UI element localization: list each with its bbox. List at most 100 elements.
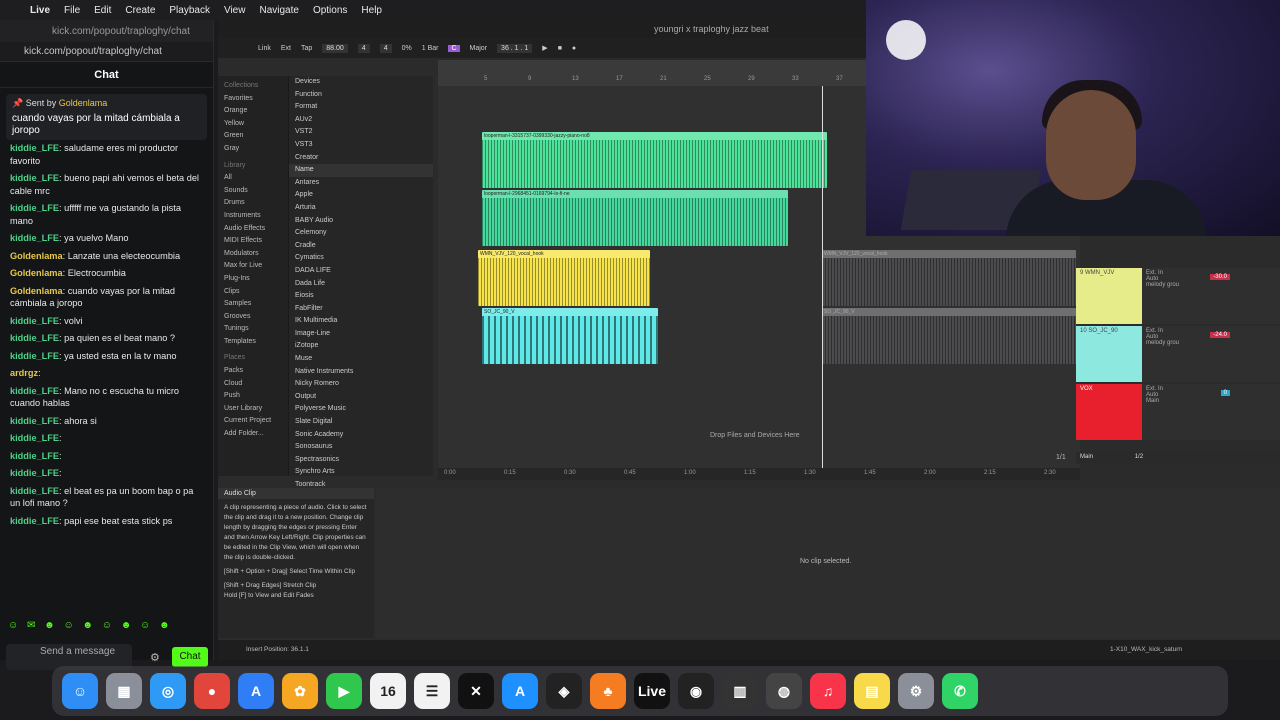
- fl-studio-icon[interactable]: ♣: [590, 673, 626, 709]
- play-icon[interactable]: ▶: [542, 44, 547, 52]
- chat-username[interactable]: kiddie_LFE: [10, 351, 59, 361]
- library-item[interactable]: Samples: [218, 298, 288, 311]
- menu-edit[interactable]: Edit: [94, 5, 111, 16]
- ext-button[interactable]: Ext: [281, 45, 291, 52]
- collection-item[interactable]: Green: [218, 130, 288, 143]
- chat-username[interactable]: kiddie_LFE: [10, 173, 59, 183]
- filter-item[interactable]: Creator: [289, 152, 433, 165]
- chat-username[interactable]: kiddie_LFE: [10, 451, 59, 461]
- library-item[interactable]: Templates: [218, 336, 288, 349]
- library-item[interactable]: Instruments: [218, 210, 288, 223]
- list-item[interactable]: Apple: [289, 189, 433, 202]
- chat-username[interactable]: kiddie_LFE: [10, 203, 59, 213]
- list-item[interactable]: Eiosis: [289, 290, 433, 303]
- chat-username[interactable]: kiddie_LFE: [10, 386, 59, 396]
- list-item[interactable]: Spectrasonics: [289, 454, 433, 467]
- stop-icon[interactable]: ■: [558, 45, 562, 52]
- library-item[interactable]: Modulators: [218, 248, 288, 261]
- track-output[interactable]: melody grou: [1146, 282, 1276, 288]
- list-item[interactable]: Dada Life: [289, 278, 433, 291]
- list-item[interactable]: Polyverse Music: [289, 403, 433, 416]
- chat-username[interactable]: kiddie_LFE: [10, 143, 59, 153]
- facetime-icon[interactable]: ▶: [326, 673, 362, 709]
- chat-username[interactable]: Goldenlama: [10, 268, 63, 278]
- list-item[interactable]: Sonic Academy: [289, 429, 433, 442]
- link-button[interactable]: Link: [258, 45, 271, 52]
- ableton-live-icon[interactable]: Live: [634, 673, 670, 709]
- list-item[interactable]: Arturia: [289, 202, 433, 215]
- system-settings-icon[interactable]: ⚙: [898, 673, 934, 709]
- clip-piano[interactable]: looperman-l-3315737-0399330-jazzy-piano-…: [482, 132, 827, 188]
- notes-icon[interactable]: ▤: [854, 673, 890, 709]
- audio-midi-icon[interactable]: ◍: [766, 673, 802, 709]
- sig-den[interactable]: 4: [379, 43, 392, 53]
- chat-username[interactable]: kiddie_LFE: [10, 416, 59, 426]
- obs-icon[interactable]: ◉: [678, 673, 714, 709]
- chat-username[interactable]: kiddie_LFE: [10, 468, 59, 478]
- chat-username[interactable]: ardrgz: [10, 368, 38, 378]
- library-item[interactable]: Audio Effects: [218, 223, 288, 236]
- tap-button[interactable]: Tap: [301, 45, 312, 52]
- list-item[interactable]: Output: [289, 391, 433, 404]
- filter-item[interactable]: Devices: [289, 76, 433, 89]
- places-item[interactable]: Add Folder...: [218, 428, 288, 441]
- filter-item[interactable]: Format: [289, 101, 433, 114]
- list-item[interactable]: BABY Audio: [289, 215, 433, 228]
- chat-username[interactable]: kiddie_LFE: [10, 333, 59, 343]
- midi-utility-icon[interactable]: ▥: [722, 673, 758, 709]
- clip-vocal-hook[interactable]: WMN_VJV_120_vocal_hook: [478, 250, 650, 306]
- browser-tab[interactable]: kick.com/popout/traploghy/chat: [0, 20, 213, 42]
- library-item[interactable]: All: [218, 172, 288, 185]
- menu-view[interactable]: View: [224, 5, 246, 16]
- chat-username[interactable]: kiddie_LFE: [10, 233, 59, 243]
- library-item[interactable]: Drums: [218, 197, 288, 210]
- list-item[interactable]: Antares: [289, 177, 433, 190]
- safari-icon[interactable]: ◎: [150, 673, 186, 709]
- calendar-icon[interactable]: 16: [370, 673, 406, 709]
- filter-item[interactable]: Function: [289, 89, 433, 102]
- library-item[interactable]: MIDI Effects: [218, 235, 288, 248]
- collection-item[interactable]: Favorites: [218, 93, 288, 106]
- quantize-select[interactable]: 1 Bar: [422, 45, 439, 52]
- track-volume[interactable]: 0: [1220, 390, 1230, 396]
- app-store-connect-icon[interactable]: A: [238, 673, 274, 709]
- list-item[interactable]: IK Multimedia: [289, 315, 433, 328]
- places-item[interactable]: User Library: [218, 403, 288, 416]
- list-header[interactable]: Name: [289, 164, 433, 177]
- menu-file[interactable]: File: [64, 5, 80, 16]
- chat-username[interactable]: kiddie_LFE: [10, 433, 59, 443]
- chat-username[interactable]: Goldenlama: [10, 286, 63, 296]
- collection-item[interactable]: Yellow: [218, 118, 288, 131]
- track-controls[interactable]: Ext. In Auto melody grou -24.0: [1142, 326, 1280, 382]
- library-item[interactable]: Clips: [218, 286, 288, 299]
- collection-item[interactable]: Gray: [218, 143, 288, 156]
- launchpad-icon[interactable]: ▦: [106, 673, 142, 709]
- track-volume[interactable]: -24.0: [1210, 332, 1230, 338]
- reminders-icon[interactable]: ☰: [414, 673, 450, 709]
- list-item[interactable]: Slate Digital: [289, 416, 433, 429]
- chat-send-button[interactable]: Chat: [172, 647, 208, 667]
- list-item[interactable]: DADA LIFE: [289, 265, 433, 278]
- menu-options[interactable]: Options: [313, 5, 347, 16]
- places-item[interactable]: Cloud: [218, 378, 288, 391]
- url-bar[interactable]: kick.com/popout/traploghy/chat: [0, 42, 213, 62]
- chat-username[interactable]: kiddie_LFE: [10, 486, 59, 496]
- chat-username[interactable]: Goldenlama: [10, 251, 63, 261]
- key-select[interactable]: C: [448, 44, 460, 52]
- list-item[interactable]: Nicky Romero: [289, 378, 433, 391]
- list-item[interactable]: Celemony: [289, 227, 433, 240]
- filter-item[interactable]: VST3: [289, 139, 433, 152]
- list-item[interactable]: Cymatics: [289, 252, 433, 265]
- menu-live[interactable]: Live: [30, 5, 50, 16]
- list-item[interactable]: Muse: [289, 353, 433, 366]
- clip-so-jc-dim[interactable]: SO_JC_90_V: [822, 308, 1076, 364]
- clip-so-jc[interactable]: SO_JC_90_V: [482, 308, 658, 364]
- track-output[interactable]: Main: [1146, 398, 1276, 404]
- gear-icon[interactable]: ⚙: [150, 651, 160, 664]
- chat-username[interactable]: kiddie_LFE: [10, 516, 59, 526]
- track-header-so[interactable]: 10 SO_JC_90: [1076, 326, 1142, 382]
- menu-playback[interactable]: Playback: [169, 5, 210, 16]
- list-item[interactable]: Image-Line: [289, 328, 433, 341]
- chat-username[interactable]: kiddie_LFE: [10, 316, 59, 326]
- capcut-pro-icon[interactable]: ◈: [546, 673, 582, 709]
